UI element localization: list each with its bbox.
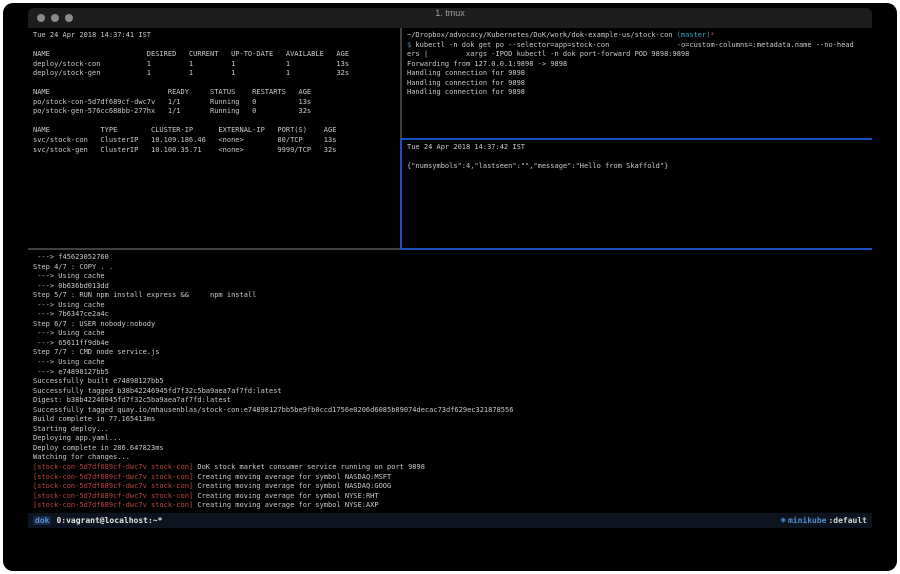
terminal-line	[33, 117, 399, 127]
terminal-line: ---> Using cache	[33, 272, 872, 282]
terminal-line: po/stock-con-5d7df689cf-dwc7v 1/1 Runnin…	[33, 98, 399, 108]
terminal-line: [stock-con-5d7df689cf-dwc7v stock-con] D…	[33, 463, 872, 473]
terminal-line: $ kubectl -n dok get po --selector=app=s…	[407, 41, 872, 51]
window-title: 1. tmux	[28, 8, 872, 18]
terminal-line: Forwarding from 127.0.0.1:9898 -> 9898	[407, 60, 872, 70]
terminal-line: Tue 24 Apr 2018 14:37:41 IST	[33, 31, 399, 41]
terminal-line: Step 7/7 : CMD node service.js	[33, 348, 872, 358]
traffic-lights	[37, 14, 73, 22]
terminal-line: NAME TYPE CLUSTER-IP EXTERNAL-IP PORT(S)…	[33, 126, 399, 136]
kube-namespace-label: :default	[828, 516, 867, 525]
window-titlebar[interactable]: 1. tmux	[28, 8, 872, 28]
terminal-line: [stock-con-5d7df689cf-dwc7v stock-con] C…	[33, 492, 872, 502]
terminal-line: Successfully built e74898127bb5	[33, 377, 872, 387]
terminal-window: 1. tmux Tue 24 Apr 2018 14:37:41 IST NAME…	[28, 8, 872, 528]
pane-curl-output[interactable]: Tue 24 Apr 2018 14:37:42 IST {"numsymbols…	[402, 140, 872, 248]
terminal-line: ---> 65611ff9db4e	[33, 339, 872, 349]
terminal-line: [stock-con-5d7df689cf-dwc7v stock-con] C…	[33, 473, 872, 483]
terminal-line: Deploy complete in 286.647823ms	[33, 444, 872, 454]
tmux-window-label[interactable]: 0:vagrant@localhost:~*	[56, 516, 162, 525]
terminal-line: Successfully tagged quay.io/mhausenblas/…	[33, 406, 872, 416]
terminal-line	[407, 153, 872, 163]
terminal-line: Step 5/7 : RUN npm install express && np…	[33, 291, 872, 301]
terminal-line: Digest: b38b42246945fd7f32c5ba9aea7af7fd…	[33, 396, 872, 406]
desktop-background: 1. tmux Tue 24 Apr 2018 14:37:41 IST NAME…	[3, 3, 897, 571]
terminal-line: ---> 7b6347ce2a4c	[33, 310, 872, 320]
close-window-button[interactable]	[37, 14, 45, 22]
terminal-line: ---> f45623052760	[33, 253, 872, 263]
kube-context-label: minikube	[788, 516, 827, 525]
terminal-line: Successfully tagged b38b42246945fd7f32c5…	[33, 387, 872, 397]
terminal-line: Handling connection for 9898	[407, 79, 872, 89]
kubernetes-helm-icon: ⎈	[781, 516, 786, 526]
terminal-line: Step 4/7 : COPY . .	[33, 263, 872, 273]
tmux-status-bar: dok 0:vagrant@localhost:~* ⎈ minikube :d…	[28, 513, 872, 528]
terminal-line: ---> Using cache	[33, 329, 872, 339]
terminal-line	[33, 41, 399, 51]
zoom-window-button[interactable]	[65, 14, 73, 22]
terminal-line: {"numsymbols":4,"lastseen":"","message":…	[407, 162, 872, 172]
terminal-line: Watching for changes...	[33, 453, 872, 463]
terminal-line: ---> e74898127bb5	[33, 368, 872, 378]
terminal-line: deploy/stock-con 1 1 1 1 13s	[33, 60, 399, 70]
terminal-line: [stock-con-5d7df689cf-dwc7v stock-con] C…	[33, 482, 872, 492]
terminal-line: NAME DESIRED CURRENT UP-TO-DATE AVAILABL…	[33, 50, 399, 60]
terminal-line: svc/stock-gen ClusterIP 10.100.35.71 <no…	[33, 146, 399, 156]
terminal-line: Tue 24 Apr 2018 14:37:42 IST	[407, 143, 872, 153]
terminal-line: ---> Using cache	[33, 358, 872, 368]
terminal-line: Build complete in 77.165413ms	[33, 415, 872, 425]
terminal-line: Handling connection for 9898	[407, 69, 872, 79]
pane-skaffold-build-log[interactable]: ---> f45623052760Step 4/7 : COPY . . ---…	[28, 250, 872, 513]
terminal-line: Starting deploy...	[33, 425, 872, 435]
terminal-line: ers | xargs -IPOD kubectl -n dok port-fo…	[407, 50, 872, 60]
terminal-line	[33, 79, 399, 89]
terminal-line: Step 6/7 : USER nobody:nobody	[33, 320, 872, 330]
terminal-line: [stock-con-5d7df689cf-dwc7v stock-con] C…	[33, 501, 872, 511]
terminal-line: po/stock-gen-576cc688bb-277hx 1/1 Runnin…	[33, 107, 399, 117]
terminal-line: NAME READY STATUS RESTARTS AGE	[33, 88, 399, 98]
pane-port-forward[interactable]: ~/Dropbox/advocacy/Kubernetes/DoK/work/d…	[402, 28, 872, 138]
tmux-session-name[interactable]: dok	[33, 516, 51, 525]
tmux-client: Tue 24 Apr 2018 14:37:41 IST NAME DESIRED…	[28, 28, 872, 528]
terminal-line: deploy/stock-gen 1 1 1 1 32s	[33, 69, 399, 79]
pane-kubectl-watch[interactable]: Tue 24 Apr 2018 14:37:41 IST NAME DESIRED…	[28, 28, 399, 248]
terminal-line: Handling connection for 9898	[407, 88, 872, 98]
terminal-line: Deploying app.yaml...	[33, 434, 872, 444]
tmux-status-right: ⎈ minikube :default	[781, 516, 867, 526]
terminal-line: ---> Using cache	[33, 301, 872, 311]
terminal-line: ~/Dropbox/advocacy/Kubernetes/DoK/work/d…	[407, 31, 872, 41]
terminal-line: svc/stock-con ClusterIP 10.109.186.46 <n…	[33, 136, 399, 146]
minimize-window-button[interactable]	[51, 14, 59, 22]
terminal-line: ---> 0b636bd013dd	[33, 282, 872, 292]
